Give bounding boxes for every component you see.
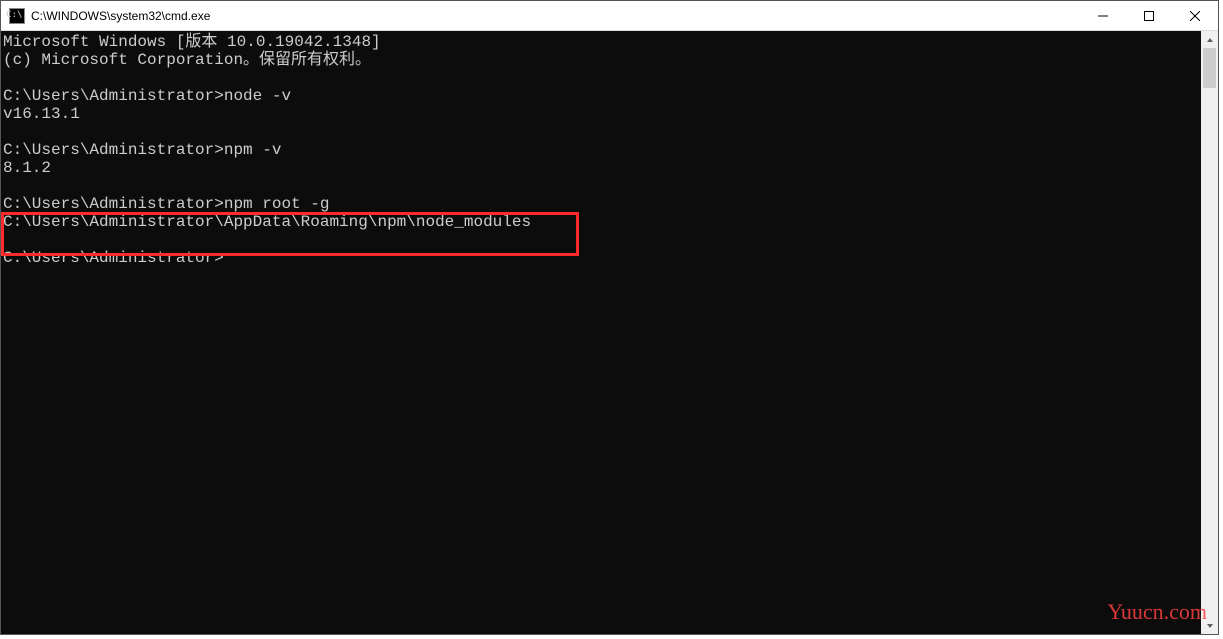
- terminal-area: Microsoft Windows [版本 10.0.19042.1348] (…: [1, 31, 1218, 634]
- chevron-up-icon: [1206, 36, 1214, 44]
- close-button[interactable]: [1172, 1, 1218, 30]
- scroll-down-button[interactable]: [1201, 617, 1218, 634]
- maximize-icon: [1144, 11, 1154, 21]
- terminal-output[interactable]: Microsoft Windows [版本 10.0.19042.1348] (…: [1, 31, 1201, 634]
- minimize-button[interactable]: [1080, 1, 1126, 30]
- scroll-track[interactable]: [1201, 48, 1218, 617]
- maximize-button[interactable]: [1126, 1, 1172, 30]
- scroll-up-button[interactable]: [1201, 31, 1218, 48]
- window-controls: [1080, 1, 1218, 30]
- window-title: C:\WINDOWS\system32\cmd.exe: [31, 9, 1080, 23]
- chevron-down-icon: [1206, 622, 1214, 630]
- cmd-window: C:\. C:\WINDOWS\system32\cmd.exe Microso…: [0, 0, 1219, 635]
- vertical-scrollbar[interactable]: [1201, 31, 1218, 634]
- scroll-thumb[interactable]: [1203, 48, 1216, 88]
- app-icon: C:\.: [9, 8, 25, 24]
- close-icon: [1190, 11, 1200, 21]
- minimize-icon: [1098, 11, 1108, 21]
- titlebar[interactable]: C:\. C:\WINDOWS\system32\cmd.exe: [1, 1, 1218, 31]
- app-icon-text: C:\.: [6, 11, 28, 20]
